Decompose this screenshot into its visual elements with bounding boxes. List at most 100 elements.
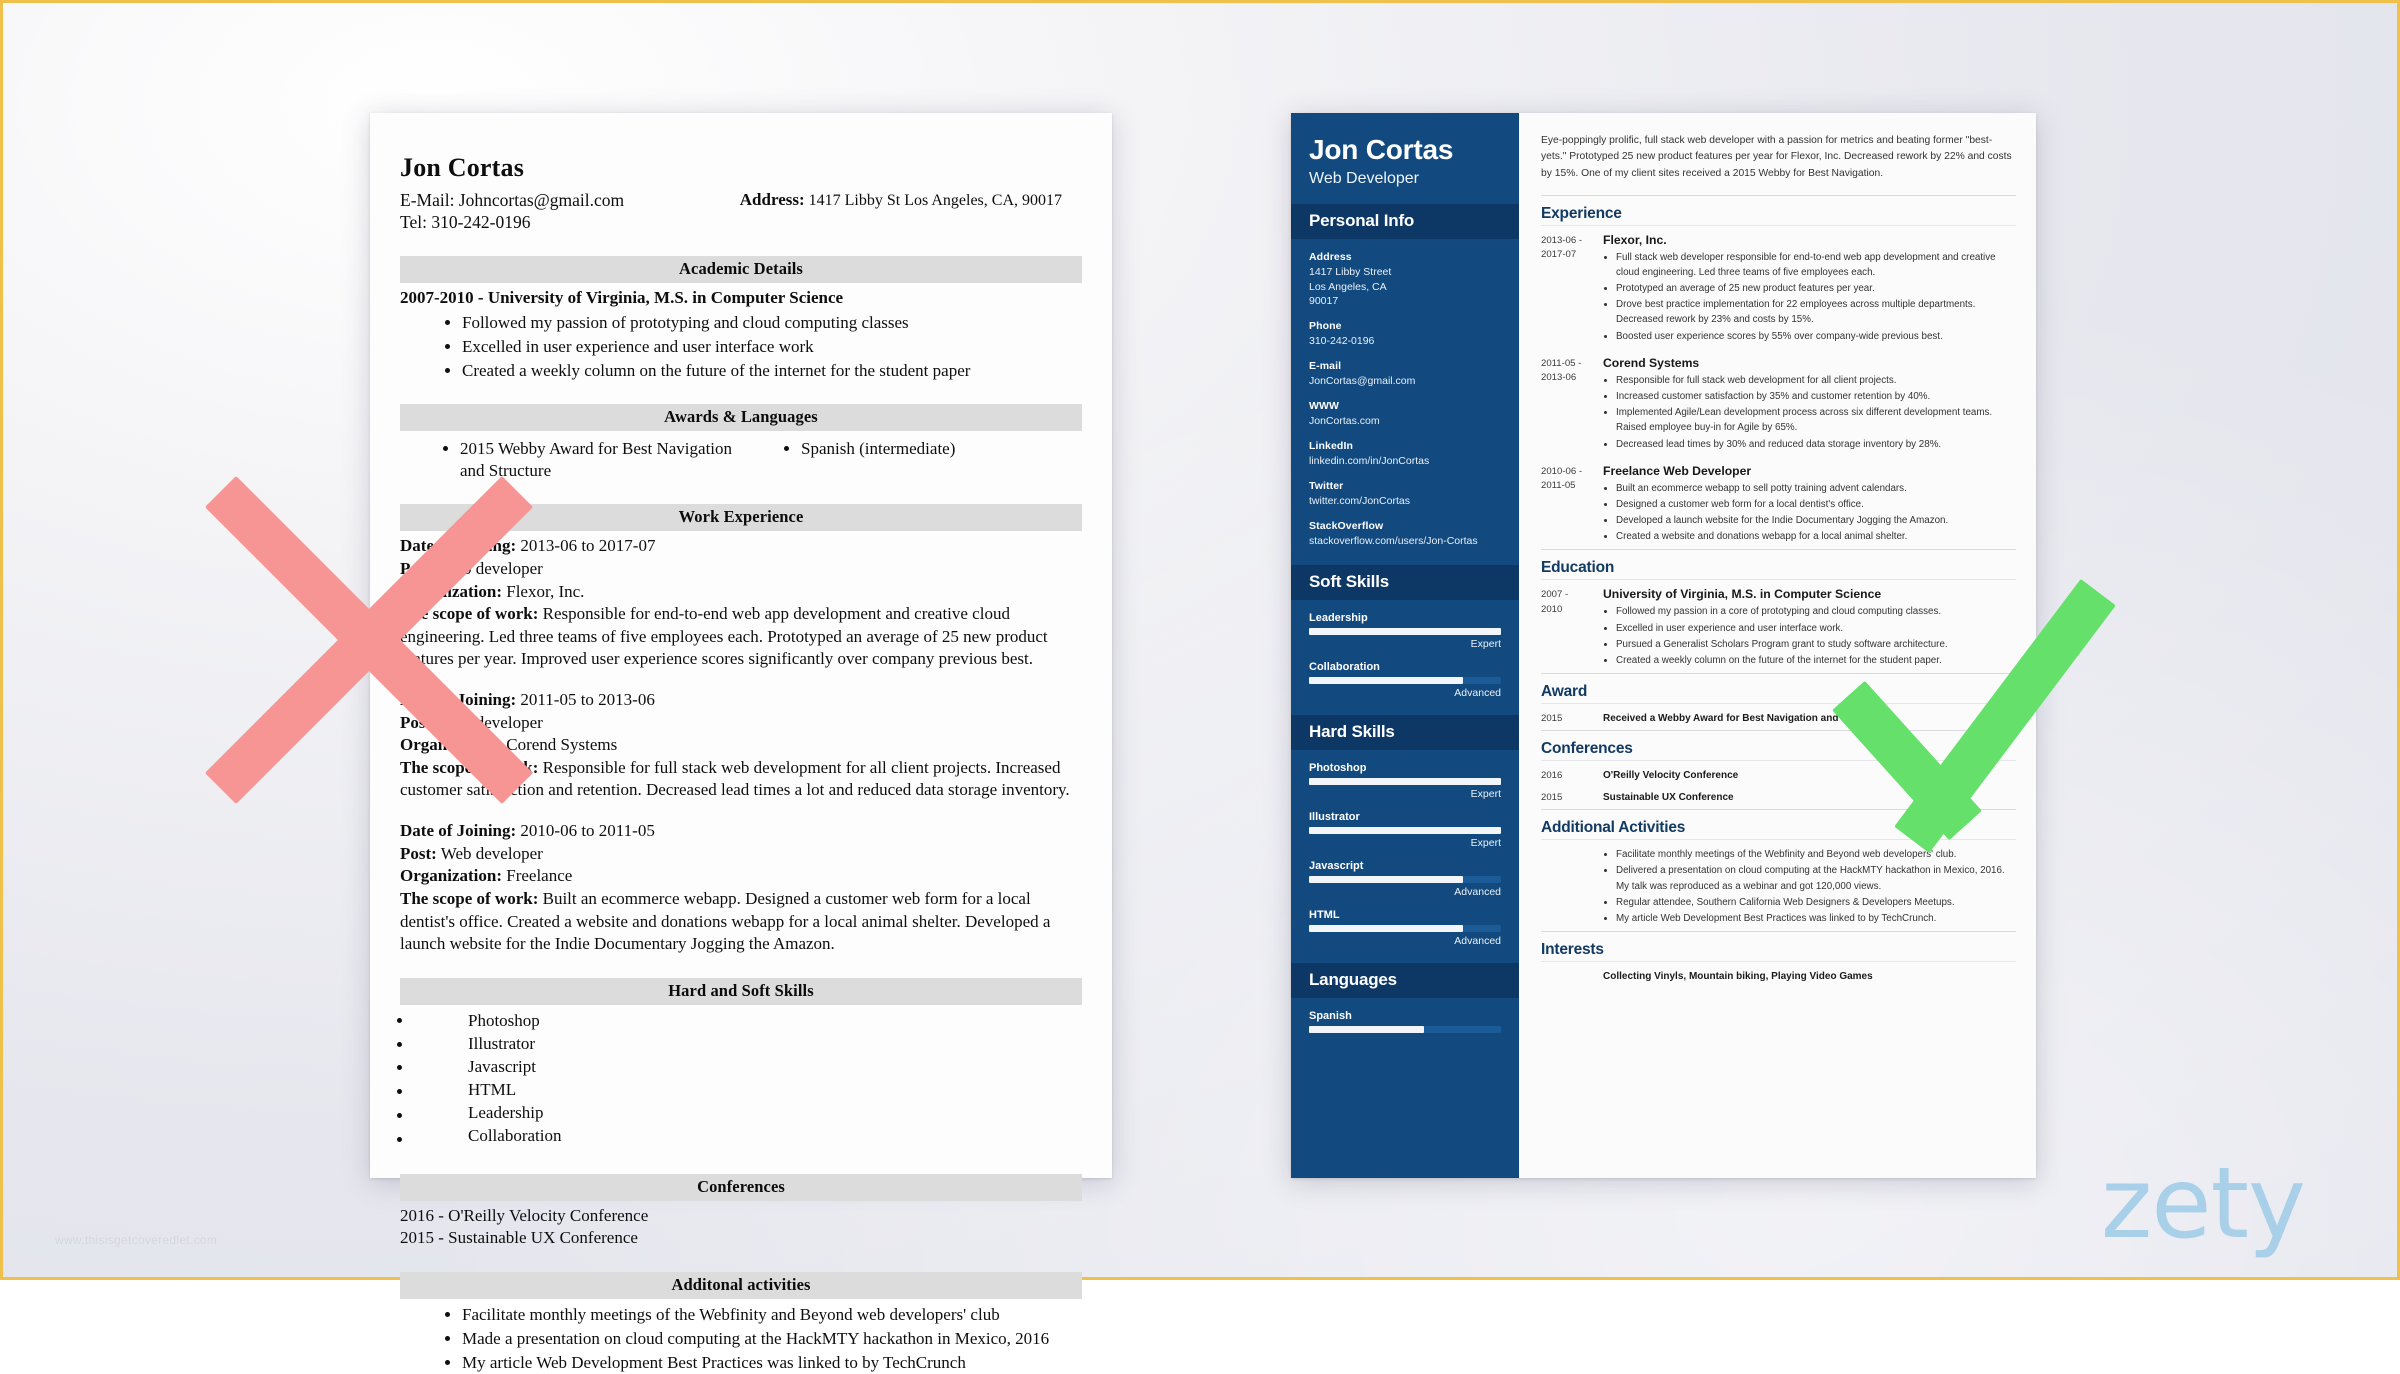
label: Date of Joining: [400,821,517,841]
left-phone: Tel: 310-242-0196 [400,212,531,233]
value: Corend Systems [502,735,618,755]
left-contact-row: E-Mail: Johncortas@gmail.com Tel: 310-24… [400,189,1082,234]
left-address-label: Address: [739,190,805,209]
list-item: HTML [468,1080,517,1100]
label: Organization: [400,866,502,886]
skill-bar-fill [1309,924,1463,932]
personal-info-www: WWW JonCortas.com [1309,400,1501,429]
entry-title: Corend Systems [1603,355,1700,370]
skill-level: Expert [1470,787,1501,800]
left-address-block: Address: 1417 Libby St Los Angeles, CA, … [740,189,1082,210]
entry-text: Received a Webby Award for Best Navigati… [1603,713,1889,725]
personal-info-address: Address 1417 Libby Street Los Angeles, C… [1309,251,1501,310]
entry-text: O'Reilly Velocity Conference [1603,770,1739,782]
value: Web developer [436,712,543,732]
left-section-work-title: Work Experience [400,504,1082,532]
right-section-additional-title: Additional Activities [1541,809,2016,837]
left-email: E-Mail: Johncortas@gmail.com [400,190,625,210]
sidebar-heading-soft-skills: Soft Skills [1291,564,1519,600]
personal-info-email: E-mail JonCortas@gmail.com [1309,360,1501,389]
field-value: JonCortas.com [1309,415,1380,428]
list-item: Illustrator [468,1033,536,1053]
left-languages-col: Spanish (intermediate) [741,435,1082,482]
right-section-conferences-title: Conferences [1541,730,2016,758]
left-section-academic-title: Academic Details [400,255,1082,283]
list-bullet [414,1104,444,1128]
list-item: Full stack web developer responsible for… [1616,250,2016,280]
skill-label: Collaboration [1309,660,1380,673]
left-job-2: Date of Joining: 2011-05 to 2013-06 Post… [400,689,1082,802]
right-resume-document: Jon Cortas Web Developer Personal Info A… [1291,113,2036,1178]
entry-date [1541,969,1603,984]
skill-bar [1309,627,1501,635]
list-item: Facilitate monthly meetings of the Webfi… [462,1303,1082,1326]
entry-text: Collecting Vinyls, Mountain biking, Play… [1603,971,1873,983]
right-section-experience-title: Experience [1541,194,2016,223]
left-resume-document: Jon Cortas E-Mail: Johncortas@gmail.com … [370,113,1112,1372]
field-label: Phone [1309,320,1342,333]
left-awards-col: 2015 Webby Award for Best Navigation and… [400,435,741,482]
skill-bar-fill [1309,777,1501,785]
list-item: Excelled in user experience and user int… [462,335,1082,358]
field-value: 1417 Libby Street Los Angeles, CA 90017 [1309,265,1392,308]
label: Post: [400,712,437,732]
experience-entry: 2011-05 - 2013-06 Corend Systems Respons… [1541,349,2016,457]
personal-info-linkedin: LinkedIn linkedin.com/in/JonCortas [1309,440,1501,469]
label: Post: [400,559,437,578]
left-additional-bullets: Facilitate monthly meetings of the Webfi… [400,1303,1082,1374]
list-item: Followed my passion of prototyping and c… [462,311,1082,334]
label: Organization: [400,735,502,755]
personal-info-phone: Phone 310-242-0196 [1309,320,1501,349]
entry-date: 2015 [1541,791,1563,803]
field-value: twitter.com/JonCortas [1309,495,1410,508]
personal-info-stackoverflow: StackOverflow stackoverflow.com/users/Jo… [1309,520,1501,549]
skill-bar [1309,676,1501,684]
entry-date: 2013-06 - 2017-07 [1541,234,1583,261]
list-item: Developed a launch website for the Indie… [1616,513,2016,528]
entry-title: University of Virginia, M.S. in Computer… [1603,587,1882,602]
hard-skill-illustrator: Illustrator Expert [1309,811,1501,849]
label: Date of Joining: [400,536,517,556]
label: The scope of work: [400,888,539,908]
list-item: Made a presentation on cloud computing a… [462,1327,1082,1350]
skill-bar-fill [1309,826,1501,834]
field-value: linkedin.com/in/JonCortas [1309,455,1430,468]
value: Web developer [436,559,543,578]
skill-level: Expert [1470,637,1501,650]
interests-entry: Collecting Vinyls, Mountain biking, Play… [1541,961,2016,988]
field-label: Twitter [1309,480,1344,493]
skill-label: Leadership [1309,611,1368,624]
entry-text: Sustainable UX Conference [1603,791,1734,803]
list-item: Facilitate monthly meetings of the Webfi… [1616,847,2016,862]
entry-title: Flexor, Inc. [1603,232,1667,247]
field-label: WWW [1309,400,1340,413]
language-spanish: Spanish [1309,1010,1501,1033]
sidebar-heading-hard-skills: Hard Skills [1291,714,1519,750]
skill-bar [1309,777,1501,785]
skill-bar-fill [1309,1025,1425,1033]
field-label: StackOverflow [1309,519,1384,532]
skill-label: Photoshop [1309,761,1367,774]
list-item: Pursued a Generalist Scholars Program gr… [1616,637,2016,652]
list-item: Built an ecommerce webapp to sell potty … [1616,481,2016,496]
left-section-skills-title: Hard and Soft Skills [400,977,1082,1005]
list-item: Implemented Agile/Lean development proce… [1616,405,2016,435]
label: Date of Joining: [400,690,517,710]
list-item: Created a weekly column on the future of… [1616,653,2016,668]
experience-entry: 2013-06 - 2017-07 Flexor, Inc. Full stac… [1541,224,2016,349]
right-candidate-role: Web Developer [1309,169,1419,187]
entry-date: 2011-05 - 2013-06 [1541,357,1582,384]
list-item: Responsible for full stack web developme… [1616,373,2016,388]
hard-skill-html: HTML Advanced [1309,909,1501,947]
right-section-interests-title: Interests [1541,931,2016,959]
label: Organization: [400,581,502,601]
education-entry: 2007 - 2010 University of Virginia, M.S.… [1541,579,2016,673]
left-skills-list: Photoshop Illustrator Javascript HTML Le… [400,1009,1082,1152]
left-section-conferences-title: Conferences [400,1173,1082,1201]
value: Web developer [436,843,543,863]
list-item: Spanish (intermediate) [801,438,1082,460]
skill-label: Illustrator [1309,810,1360,823]
left-awards-columns: 2015 Webby Award for Best Navigation and… [400,435,1082,482]
award-entry: 2015 Received a Webby Award for Best Nav… [1541,703,2016,730]
right-candidate-name: Jon Cortas [1309,134,1454,165]
